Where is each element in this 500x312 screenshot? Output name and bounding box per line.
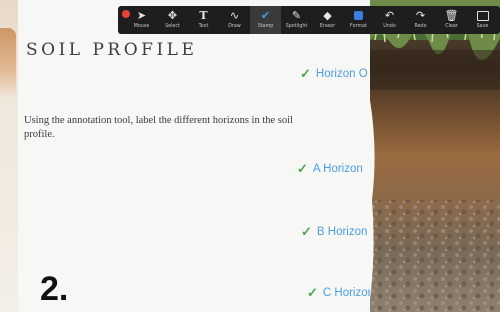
check-stamp-icon: ✓ [301,224,312,239]
eraser-icon: ◆ [323,9,332,22]
tool-label: Spotlight [285,24,308,29]
undo-tool[interactable]: ↶ Undo [374,6,405,34]
label-text: B Horizon [316,226,368,238]
tool-label: Select [165,24,180,29]
label-text: A Horizon [312,163,363,175]
decorative-shape [0,28,16,98]
label-text: Horizon O [315,68,368,80]
text-tool[interactable]: T Text [188,6,219,34]
format-icon [354,9,363,22]
check-stamp-icon: ✓ [297,161,308,176]
move-icon: ✥ [167,9,178,22]
annotation-toolbar: ➤ Mouse ✥ Select T Text ∿ Draw ✔ Stamp ✎ Spotl… [118,6,500,34]
redo-tool[interactable]: ↷ Redo [405,6,436,34]
cursor-icon: ➤ [136,9,147,22]
clear-tool[interactable]: 🗑 Clear [436,6,467,34]
tool-label: Mouse [133,24,150,29]
tool-label: Redo [414,24,427,29]
slide-canvas: SOIL PROFILE Using the annotation tool, … [18,0,376,312]
soil-profile-photo [370,0,500,312]
left-decorative-strip [0,0,18,312]
spotlight-icon: ✎ [291,9,302,22]
tool-label: Stamp [257,24,274,29]
draw-tool[interactable]: ∿ Draw [219,6,250,34]
tool-label: Clear [445,24,458,29]
stamp-label-a-horizon[interactable]: ✓ A Horizon [297,161,363,177]
redo-icon: ↷ [415,9,426,22]
check-stamp-icon: ✓ [307,285,318,300]
stamp-tool[interactable]: ✔ Stamp [250,6,281,34]
undo-icon: ↶ [384,9,395,22]
trash-icon: 🗑 [444,9,459,22]
spotlight-tool[interactable]: ✎ Spotlight [281,6,312,34]
tool-label: Eraser [319,24,336,29]
tool-label: Format [350,24,367,29]
eraser-tool[interactable]: ◆ Eraser [312,6,343,34]
format-tool[interactable]: Format [343,6,374,34]
text-icon: T [199,9,208,22]
stamp-label-horizon-o[interactable]: ✓ Horizon O [300,66,368,82]
tool-label: Undo [383,24,396,29]
slide-title: SOIL PROFILE [26,40,198,60]
slide-number: 2. [40,270,69,308]
stamp-label-c-horizon[interactable]: ✓ C Horizon [307,285,374,301]
save-tool[interactable]: Save [467,6,498,34]
tool-label: Text [198,24,209,29]
squiggle-icon: ∿ [229,9,240,22]
label-text: C Horizon [322,287,375,299]
close-icon[interactable] [122,10,130,18]
checkmark-icon: ✔ [260,9,271,22]
slide-instructions: Using the annotation tool, label the dif… [24,115,293,140]
stamp-label-b-horizon[interactable]: ✓ B Horizon [301,224,367,240]
tool-label: Draw [228,24,241,29]
check-stamp-icon: ✓ [300,66,311,81]
tool-label: Save [476,24,489,29]
save-icon [476,9,489,22]
mouse-tool[interactable]: ➤ Mouse [126,6,157,34]
select-tool[interactable]: ✥ Select [157,6,188,34]
